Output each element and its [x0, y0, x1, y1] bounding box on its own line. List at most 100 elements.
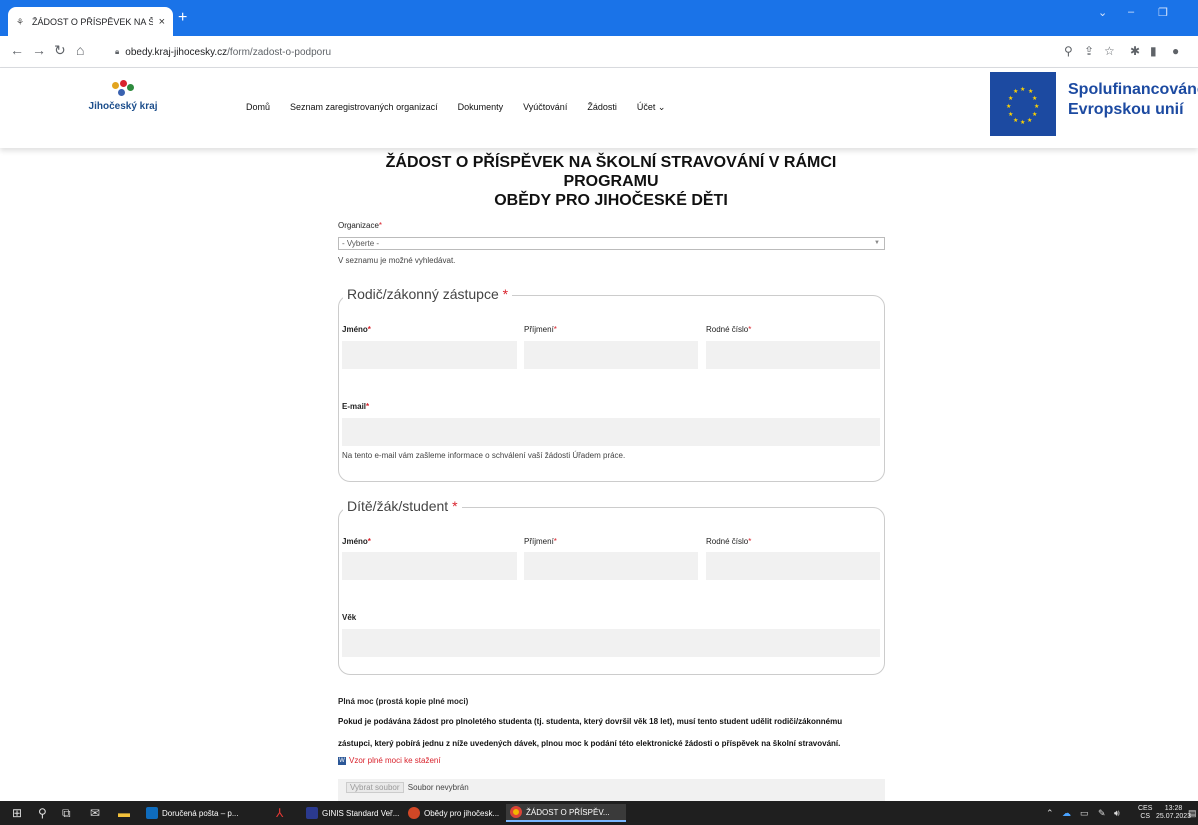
- restore-icon[interactable]: ❐: [1158, 6, 1168, 19]
- main-nav: Domů Seznam zaregistrovaných organizací …: [246, 102, 685, 113]
- minimize-icon[interactable]: –: [1128, 6, 1134, 18]
- zoom-icon[interactable]: ⚲: [1064, 44, 1073, 58]
- child-prijmeni-input[interactable]: [524, 552, 698, 580]
- side-panel-icon[interactable]: ▮: [1150, 44, 1157, 58]
- child-rodne-cislo-label: Rodné číslo*: [706, 537, 751, 546]
- url-host: obedy.kraj-jihocesky.cz: [125, 46, 228, 58]
- child-jmeno-label-text: Jméno: [342, 537, 368, 546]
- parent-rodne-cislo-label: Rodné číslo*: [706, 325, 751, 334]
- bookmark-star-icon[interactable]: ☆: [1104, 44, 1115, 58]
- child-jmeno-input[interactable]: [342, 552, 517, 580]
- language-secondary: CS: [1140, 813, 1151, 820]
- reload-icon[interactable]: ↻: [54, 42, 66, 59]
- tab-close-icon[interactable]: ×: [159, 16, 165, 28]
- required-mark: *: [748, 537, 752, 546]
- download-template-link[interactable]: W Vzor plné moci ke stažení: [338, 756, 441, 765]
- file-explorer-icon[interactable]: ▬: [118, 806, 130, 820]
- volume-icon[interactable]: 🔊︎: [1114, 808, 1120, 819]
- network-icon[interactable]: ▭: [1080, 808, 1089, 819]
- new-tab-button[interactable]: +: [178, 9, 187, 27]
- nav-domu[interactable]: Domů: [246, 102, 270, 113]
- choose-file-button[interactable]: Vybrat soubor: [346, 782, 404, 793]
- browser-tab-strip: ⚘ ŽÁDOST O PŘÍSPĚVEK NA ŠKOLNÍ... × + ⌄ …: [0, 0, 1198, 36]
- plna-moc-text: Pokud je podávána žádost pro plnoletého …: [338, 711, 878, 755]
- parent-email-label-text: E-mail: [342, 402, 367, 411]
- taskbar-item-chrome-label: ŽÁDOST O PŘÍSPĚV...: [526, 807, 610, 817]
- parent-jmeno-label: Jméno*: [342, 325, 371, 334]
- parent-prijmeni-label-text: Příjmení: [524, 325, 554, 334]
- eu-line-2: Evropskou unií: [1068, 101, 1184, 118]
- tab-favicon-icon: ⚘: [16, 16, 25, 27]
- home-icon[interactable]: ⌂: [76, 42, 84, 58]
- required-mark: *: [553, 537, 557, 546]
- file-upload-field: Vybrat soubor Soubor nevybrán: [338, 779, 885, 801]
- outlook-icon: [146, 807, 158, 819]
- organizace-label-text: Organizace: [338, 221, 379, 230]
- nav-zadosti[interactable]: Žádosti: [587, 102, 617, 113]
- parent-rodne-cislo-input[interactable]: [706, 341, 880, 369]
- language-indicator[interactable]: CES CS: [1138, 805, 1152, 821]
- organizace-select[interactable]: - Vyberte - ▼: [338, 237, 885, 250]
- share-icon[interactable]: ⇪: [1084, 44, 1094, 58]
- plna-moc-label: Plná moc (prostá kopie plné moci): [338, 697, 469, 706]
- extensions-icon[interactable]: ✱: [1130, 44, 1140, 58]
- taskbar-item-chrome[interactable]: ŽÁDOST O PŘÍSPĚV...: [506, 804, 626, 822]
- logo-mark-icon: [112, 80, 134, 98]
- page-title: ŽÁDOST O PŘÍSPĚVEK NA ŠKOLNÍ STRAVOVÁNÍ …: [338, 153, 884, 210]
- onedrive-icon[interactable]: ☁: [1062, 808, 1071, 819]
- nav-ucet[interactable]: Účet ⌄: [637, 102, 666, 113]
- pen-icon[interactable]: ✎: [1098, 808, 1106, 819]
- task-view-icon[interactable]: ⧉: [62, 806, 71, 821]
- back-icon[interactable]: ←: [10, 42, 24, 58]
- page-title-line-1: ŽÁDOST O PŘÍSPĚVEK NA ŠKOLNÍ STRAVOVÁNÍ …: [385, 154, 837, 190]
- eu-cofinanced-text: Spolufinancováno Evropskou unií: [1068, 80, 1198, 120]
- parent-rodne-cislo-label-text: Rodné číslo: [706, 325, 749, 334]
- forward-icon[interactable]: →: [32, 42, 46, 58]
- child-prijmeni-label: Příjmení*: [524, 537, 557, 546]
- parent-legend: Rodič/zákonný zástupce *: [343, 286, 513, 302]
- child-legend: Dítě/žák/student *: [343, 498, 462, 514]
- mail-icon[interactable]: ✉: [90, 806, 100, 820]
- taskbar-item-ginis[interactable]: GINIS Standard Veř...: [306, 804, 399, 822]
- windows-start-icon[interactable]: ⊞: [12, 806, 22, 820]
- required-mark: *: [553, 325, 557, 334]
- clock-date: 25.07.2023: [1156, 813, 1192, 820]
- tab-search-icon[interactable]: ⌄: [1098, 6, 1107, 19]
- parent-prijmeni-input[interactable]: [524, 341, 698, 369]
- profile-icon[interactable]: ●: [1172, 44, 1179, 58]
- child-vek-input[interactable]: [342, 629, 880, 657]
- chevron-down-icon: ▼: [874, 240, 880, 246]
- child-legend-text: Dítě/žák/student: [347, 498, 449, 514]
- tray-chevron-up-icon[interactable]: ⌃: [1046, 808, 1054, 819]
- taskbar-item-outlook[interactable]: Doručená pošta – p...: [146, 804, 239, 822]
- download-template-link-text: Vzor plné moci ke stažení: [349, 756, 441, 765]
- site-logo[interactable]: Jihočeský kraj: [88, 80, 158, 112]
- parent-email-input[interactable]: [342, 418, 880, 446]
- child-jmeno-label: Jméno*: [342, 537, 371, 546]
- address-bar[interactable]: 🔒︎ obedy.kraj-jihocesky.cz/form/zadost-o…: [107, 40, 1047, 64]
- parent-jmeno-input[interactable]: [342, 341, 517, 369]
- acrobat-icon[interactable]: ⅄: [276, 806, 283, 820]
- nav-seznam-organizaci[interactable]: Seznam zaregistrovaných organizací: [290, 102, 438, 113]
- plna-moc-text-line-1: Pokud je podávána žádost pro plnoletého …: [338, 717, 843, 726]
- notifications-icon[interactable]: ▤: [1188, 808, 1197, 819]
- file-status-text: Soubor nevybrán: [407, 783, 469, 792]
- tab-title: ŽÁDOST O PŘÍSPĚVEK NA ŠKOLNÍ...: [32, 16, 153, 27]
- child-rodne-cislo-input[interactable]: [706, 552, 880, 580]
- child-vek-label: Věk: [342, 613, 357, 622]
- nav-dokumenty[interactable]: Dokumenty: [458, 102, 504, 113]
- required-mark: *: [366, 402, 370, 411]
- taskbar-item-ginis-label: GINIS Standard Veř...: [322, 808, 400, 818]
- organizace-hint: V seznamu je možné vyhledávat.: [338, 256, 456, 265]
- windows-taskbar: ⊞ ⚲ ⧉ ✉ ▬ Doručená pošta – p... ⅄ GINIS …: [0, 801, 1198, 825]
- nav-vyuctovani[interactable]: Vyúčtování: [523, 102, 567, 113]
- browser-tab[interactable]: ⚘ ŽÁDOST O PŘÍSPĚVEK NA ŠKOLNÍ... ×: [8, 7, 173, 36]
- taskbar-item-powerpoint-label: Obědy pro jihočesk...: [424, 808, 500, 818]
- parent-jmeno-label-text: Jméno: [342, 325, 368, 334]
- clock[interactable]: 13:28 25.07.2023: [1156, 805, 1191, 821]
- taskbar-item-powerpoint[interactable]: Obědy pro jihočesk...: [408, 804, 499, 822]
- child-prijmeni-label-text: Příjmení: [524, 537, 554, 546]
- search-icon[interactable]: ⚲: [38, 806, 47, 820]
- site-header: Jihočeský kraj Domů Seznam zaregistrovan…: [0, 68, 1198, 148]
- plna-moc-text-line-2: zástupci, který pobírá jednu z níže uved…: [338, 739, 841, 748]
